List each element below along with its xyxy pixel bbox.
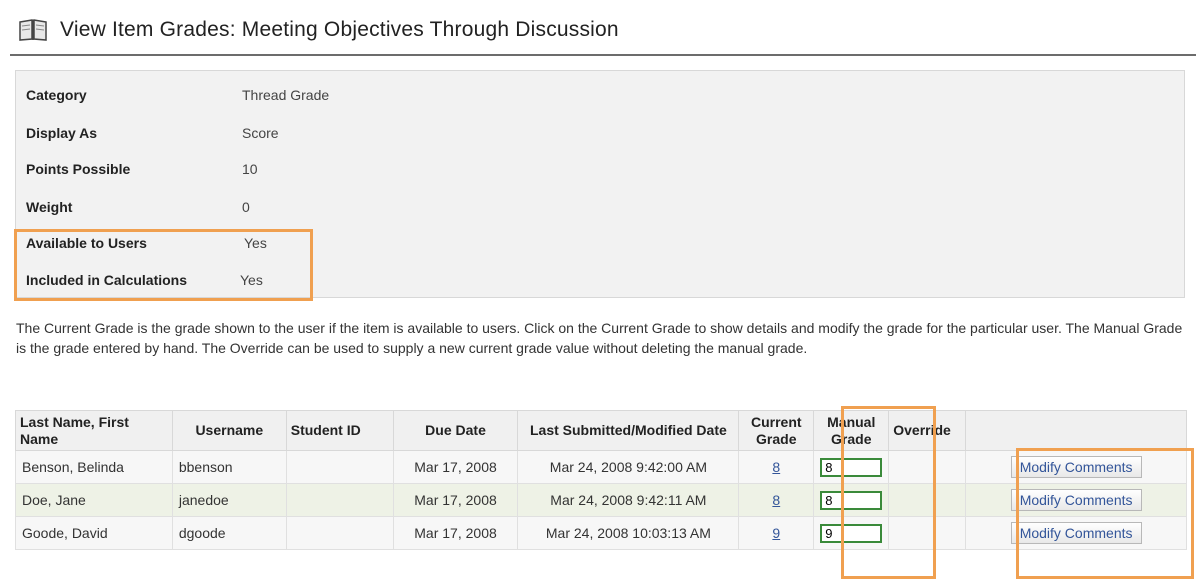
student-name: Goode, David <box>15 516 173 550</box>
current-grade-cell: 8 <box>738 450 815 484</box>
due-date: Mar 17, 2008 <box>392 450 519 484</box>
student-id <box>285 516 394 550</box>
due-date: Mar 17, 2008 <box>392 483 519 517</box>
table-row: Goode, David dgoode Mar 17, 2008 Mar 24,… <box>15 516 1187 550</box>
column-header-current-grade[interactable]: Current Grade <box>738 410 815 451</box>
current-grade-link[interactable]: 8 <box>772 492 780 508</box>
current-grade-link[interactable]: 9 <box>772 525 780 541</box>
property-value: 10 <box>242 161 258 177</box>
table-header-row: Last Name, First Name Username Student I… <box>15 410 1187 451</box>
property-value: 0 <box>242 199 250 215</box>
book-icon <box>19 19 47 41</box>
column-header-actions <box>965 410 1187 451</box>
column-header-name[interactable]: Last Name, First Name <box>15 410 173 451</box>
due-date: Mar 17, 2008 <box>392 516 519 550</box>
table-row: Doe, Jane janedoe Mar 17, 2008 Mar 24, 2… <box>15 483 1187 517</box>
student-name: Doe, Jane <box>15 483 173 517</box>
current-grade-cell: 8 <box>738 483 815 517</box>
property-label: Display As <box>26 125 98 141</box>
student-username: janedoe <box>171 483 287 517</box>
property-value: Score <box>242 125 279 141</box>
highlight-box-modify-comments <box>1016 448 1194 579</box>
property-value: Thread Grade <box>242 87 330 103</box>
page-title: View Item Grades: Meeting Objectives Thr… <box>60 18 619 41</box>
column-header-due-date[interactable]: Due Date <box>392 410 519 451</box>
column-header-last-modified[interactable]: Last Submitted/Modified Date <box>517 410 740 451</box>
student-username: bbenson <box>171 450 287 484</box>
student-username: dgoode <box>171 516 287 550</box>
property-label: Weight <box>26 199 73 215</box>
current-grade-cell: 9 <box>738 516 815 550</box>
student-id <box>285 483 394 517</box>
column-header-student-id[interactable]: Student ID <box>285 410 394 451</box>
student-id <box>285 450 394 484</box>
current-grade-link[interactable]: 8 <box>772 459 780 475</box>
column-header-username[interactable]: Username <box>171 410 287 451</box>
highlight-box-availability <box>14 229 313 301</box>
last-modified-date: Mar 24, 2008 10:03:13 AM <box>517 516 740 550</box>
last-modified-date: Mar 24, 2008 9:42:00 AM <box>517 450 740 484</box>
page-header: View Item Grades: Meeting Objectives Thr… <box>10 6 1196 56</box>
student-name: Benson, Belinda <box>15 450 173 484</box>
property-label: Points Possible <box>26 161 131 177</box>
grades-description: The Current Grade is the grade shown to … <box>16 320 1183 356</box>
highlight-box-manual-grade <box>841 406 936 579</box>
grades-table: Last Name, First Name Username Student I… <box>15 410 1187 550</box>
property-label: Category <box>26 87 87 103</box>
last-modified-date: Mar 24, 2008 9:42:11 AM <box>517 483 740 517</box>
table-row: Benson, Belinda bbenson Mar 17, 2008 Mar… <box>15 450 1187 484</box>
